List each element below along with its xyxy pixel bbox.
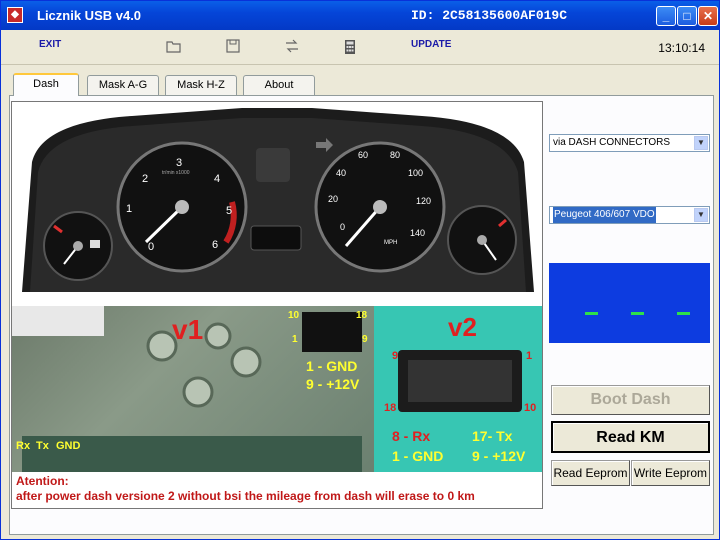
model-select-value: Peugeot 406/607 VDO — [553, 207, 656, 223]
calculator-icon[interactable] — [341, 39, 359, 55]
v2-tx-label: 17- Tx — [472, 428, 513, 444]
title-bar[interactable]: ◆ Licznik USB v4.0 ID: 2C58135600AF019C … — [1, 1, 719, 30]
connection-select-value: via DASH CONNECTORS — [553, 137, 671, 148]
display-segment — [631, 312, 644, 315]
tach-tick-3: 3 — [176, 157, 182, 169]
speed-tick-80: 80 — [390, 150, 400, 160]
warning-note: Atention: after power dash versione 2 wi… — [12, 472, 542, 508]
tab-mask-h-z[interactable]: Mask H-Z — [165, 75, 237, 95]
tach-tick-1: 1 — [126, 203, 132, 215]
chevron-down-icon[interactable]: ▼ — [694, 208, 708, 222]
tab-about[interactable]: About — [243, 75, 315, 95]
tach-unit: tr/min x1000 — [162, 170, 190, 176]
clock: 13:10:14 — [658, 41, 705, 55]
connection-select[interactable]: via DASH CONNECTORS ▼ — [549, 134, 710, 152]
v2-vcc-label: 9 - +12V — [472, 448, 526, 464]
v2-pin-18: 18 — [384, 402, 397, 414]
device-id: ID: 2C58135600AF019C — [411, 8, 568, 23]
maximize-button[interactable]: □ — [677, 6, 697, 26]
app-icon: ◆ — [7, 7, 23, 23]
read-eeprom-button[interactable]: Read Eeprom — [551, 460, 630, 486]
tach-tick-5: 5 — [226, 205, 232, 217]
chevron-down-icon[interactable]: ▼ — [694, 136, 708, 150]
v2-gnd-label: 1 - GND — [392, 448, 444, 464]
v1-label: v1 — [172, 314, 204, 345]
swap-arrows-icon[interactable] — [283, 39, 301, 55]
connector-v2: v2 9 1 18 10 8 - Rx 17- Tx 1 - GND 9 - +… — [374, 306, 542, 472]
speed-tick-100: 100 — [408, 168, 423, 178]
tach-tick-6: 6 — [212, 239, 218, 251]
save-disk-icon[interactable] — [224, 39, 242, 55]
speed-tick-120: 120 — [416, 196, 431, 206]
display-segment — [585, 312, 598, 315]
pad-tx-label: Tx — [36, 440, 49, 452]
close-button[interactable]: ✕ — [698, 6, 718, 26]
speed-unit: MPH — [384, 240, 397, 246]
dash-photo: 0 1 2 3 4 5 6 tr/min x1000 0 20 40 60 80… — [11, 101, 543, 509]
app-window: ◆ Licznik USB v4.0 ID: 2C58135600AF019C … — [0, 0, 720, 540]
v2-pin-10: 10 — [524, 402, 537, 414]
display-segment — [677, 312, 690, 315]
boot-dash-button[interactable]: Boot Dash — [551, 385, 710, 415]
v2-pin-1: 1 — [526, 350, 533, 362]
tach-tick-0: 0 — [148, 241, 154, 253]
update-button[interactable]: UPDATE — [411, 39, 451, 50]
v1-pin-10: 10 — [288, 310, 300, 321]
km-display — [549, 263, 710, 343]
v1-pin-18: 18 — [356, 310, 368, 321]
pad-rx-label: Rx — [16, 440, 31, 452]
warning-title: Atention: — [16, 474, 69, 488]
speed-tick-60: 60 — [358, 150, 368, 160]
write-eeprom-button[interactable]: Write Eeprom — [631, 460, 710, 486]
v2-rx-label: 8 - Rx — [392, 428, 431, 444]
speed-tick-0: 0 — [340, 222, 345, 232]
tab-dash[interactable]: Dash — [13, 73, 79, 96]
speed-tick-40: 40 — [336, 168, 346, 178]
warning-text: after power dash versione 2 without bsi … — [16, 489, 475, 503]
v2-pin-9: 9 — [392, 350, 399, 362]
pad-gnd-label: GND — [56, 440, 81, 452]
tach-tick-2: 2 — [142, 173, 148, 185]
read-km-button[interactable]: Read KM — [551, 421, 710, 453]
minimize-button[interactable]: _ — [656, 6, 676, 26]
exit-button[interactable]: EXIT — [39, 39, 61, 50]
toolbar: EXIT UPDATE 13:10:14 — [1, 31, 719, 65]
speed-tick-140: 140 — [410, 228, 425, 238]
v1-pin-9: 9 — [362, 334, 368, 345]
v1-vcc-label: 9 - +12V — [306, 376, 360, 392]
v2-label: v2 — [448, 312, 477, 342]
instrument-cluster: 0 1 2 3 4 5 6 tr/min x1000 0 20 40 60 80… — [12, 102, 542, 306]
pcb-v1: v1 10 18 1 9 1 - GND 9 - +12V Rx Tx GND — [12, 306, 374, 472]
v1-pin-1: 1 — [292, 334, 298, 345]
model-select[interactable]: Peugeot 406/607 VDO ▼ — [549, 206, 710, 224]
tab-mask-a-g[interactable]: Mask A-G — [87, 75, 159, 95]
tach-tick-4: 4 — [214, 173, 220, 185]
window-title: Licznik USB v4.0 — [37, 8, 142, 23]
v1-gnd-label: 1 - GND — [306, 358, 358, 374]
open-folder-icon[interactable] — [165, 39, 183, 55]
speed-tick-20: 20 — [328, 194, 338, 204]
